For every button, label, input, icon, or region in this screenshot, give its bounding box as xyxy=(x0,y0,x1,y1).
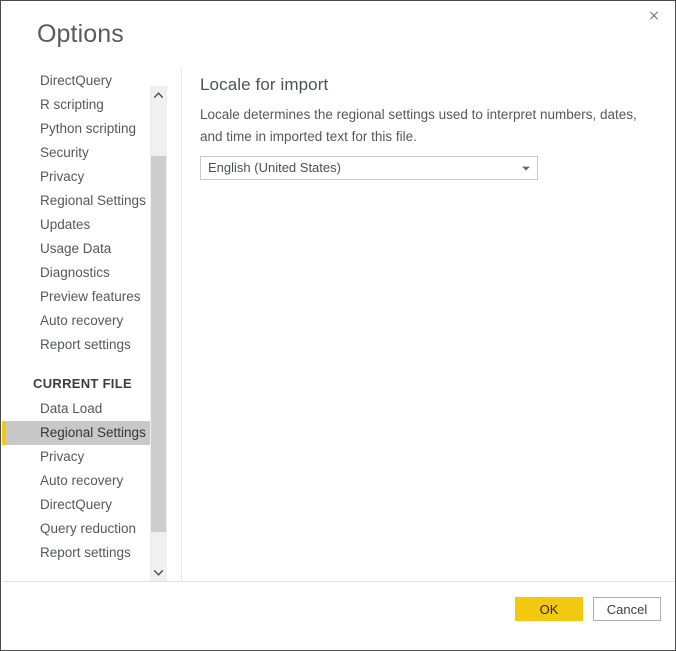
close-button[interactable]: × xyxy=(634,2,674,30)
chevron-down-icon xyxy=(154,569,163,576)
close-icon: × xyxy=(648,8,660,24)
sidebar-nav-list: DirectQuery R scripting Python scripting Se… xyxy=(2,69,150,581)
sidebar-item-global-auto-recovery[interactable]: Auto recovery xyxy=(2,309,150,333)
sidebar-section-header: CURRENT FILE xyxy=(33,376,132,391)
sidebar-item-global-diagnostics[interactable]: Diagnostics xyxy=(2,261,150,285)
sidebar-item-global-directquery[interactable]: DirectQuery xyxy=(2,69,150,93)
sidebar-item-current-file-auto-recovery[interactable]: Auto recovery xyxy=(2,469,150,493)
section-title: Locale for import xyxy=(200,75,329,94)
scroll-up-button[interactable] xyxy=(150,86,167,103)
sidebar-item-global-privacy[interactable]: Privacy xyxy=(2,165,150,189)
options-dialog: Options × DirectQuery R scripting Python s… xyxy=(0,0,676,651)
sidebar-content-divider xyxy=(181,69,182,581)
sidebar-item-current-file-data-load[interactable]: Data Load xyxy=(2,397,150,421)
locale-dropdown-value: English (United States) xyxy=(208,160,341,175)
sidebar-item-global-updates[interactable]: Updates xyxy=(2,213,150,237)
sidebar-item-global-report-settings[interactable]: Report settings xyxy=(2,333,150,357)
scrollbar-thumb[interactable] xyxy=(151,156,166,532)
cancel-button[interactable]: Cancel xyxy=(593,597,661,621)
sidebar-item-global-python-scripting[interactable]: Python scripting xyxy=(2,117,150,141)
sidebar-item-current-file-query-reduction[interactable]: Query reduction xyxy=(2,517,150,541)
sidebar-item-global-r-scripting[interactable]: R scripting xyxy=(2,93,150,117)
page-title: Options xyxy=(37,20,124,48)
chevron-up-icon xyxy=(154,91,163,98)
section-description: Locale determines the regional settings … xyxy=(200,107,637,144)
sidebar-item-current-file-report-settings[interactable]: Report settings xyxy=(2,541,150,565)
sidebar-item-global-regional-settings[interactable]: Regional Settings xyxy=(2,189,150,213)
sidebar-item-global-security[interactable]: Security xyxy=(2,141,150,165)
footer-buttons: OK Cancel xyxy=(515,597,661,621)
sidebar-scrollbar[interactable] xyxy=(150,86,167,581)
sidebar-item-global-preview-features[interactable]: Preview features xyxy=(2,285,150,309)
sidebar-item-current-file-privacy[interactable]: Privacy xyxy=(2,445,150,469)
locale-dropdown[interactable]: English (United States) xyxy=(200,156,538,180)
footer-separator xyxy=(2,581,674,582)
content-panel: Locale for import Locale determines the … xyxy=(200,75,661,180)
sidebar-item-global-usage-data[interactable]: Usage Data xyxy=(2,237,150,261)
sidebar-item-current-file-directquery[interactable]: DirectQuery xyxy=(2,493,150,517)
sidebar: DirectQuery R scripting Python scripting Se… xyxy=(2,69,182,581)
scroll-down-button[interactable] xyxy=(150,564,167,581)
sidebar-item-current-file-regional-settings[interactable]: Regional Settings xyxy=(2,421,150,445)
ok-button[interactable]: OK xyxy=(515,597,583,621)
chevron-down-icon xyxy=(522,157,530,179)
